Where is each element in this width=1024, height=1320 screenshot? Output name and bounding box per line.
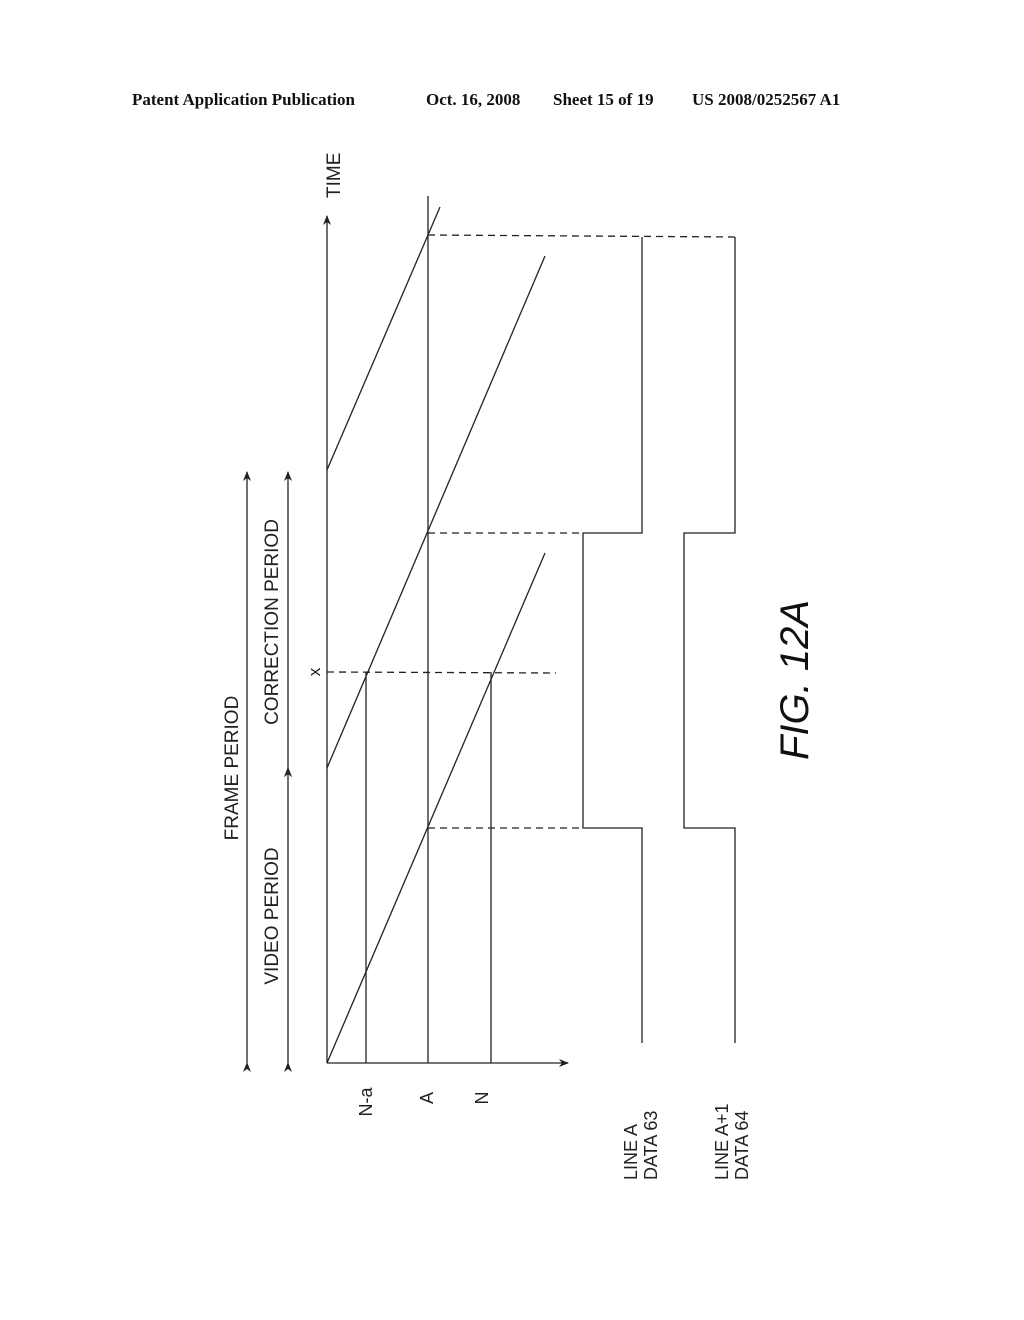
axis-label-n-minus-a: N-a	[356, 1087, 376, 1117]
signal-line-a	[582, 237, 643, 1043]
figure-caption: FIG. 12A	[773, 600, 817, 760]
timing-diagram: TIME FRAME PERIOD CORRECTION PERIOD VIDE…	[222, 153, 817, 1180]
axis-label-n: N	[472, 1092, 492, 1105]
scan-ramp-3	[326, 206, 441, 471]
axis-label-a: A	[417, 1092, 437, 1104]
scan-ramp-1	[326, 552, 546, 1064]
signal-line-a-plus-1	[683, 237, 736, 1043]
guide-x	[326, 671, 557, 674]
scan-ramp-2	[326, 255, 546, 769]
signal-a-data-label: DATA 63	[641, 1111, 661, 1180]
x-marker-label: x	[305, 667, 324, 676]
guide-top	[427, 234, 738, 238]
signal-a-line-label: LINE A	[621, 1124, 641, 1180]
time-axis-label: TIME	[324, 153, 345, 198]
frame-period-label: FRAME PERIOD	[222, 696, 243, 841]
signal-a1-data-label: DATA 64	[732, 1111, 752, 1180]
video-period-label: VIDEO PERIOD	[262, 847, 283, 984]
correction-period-label: CORRECTION PERIOD	[262, 519, 283, 725]
signal-a1-line-label: LINE A+1	[712, 1103, 732, 1180]
